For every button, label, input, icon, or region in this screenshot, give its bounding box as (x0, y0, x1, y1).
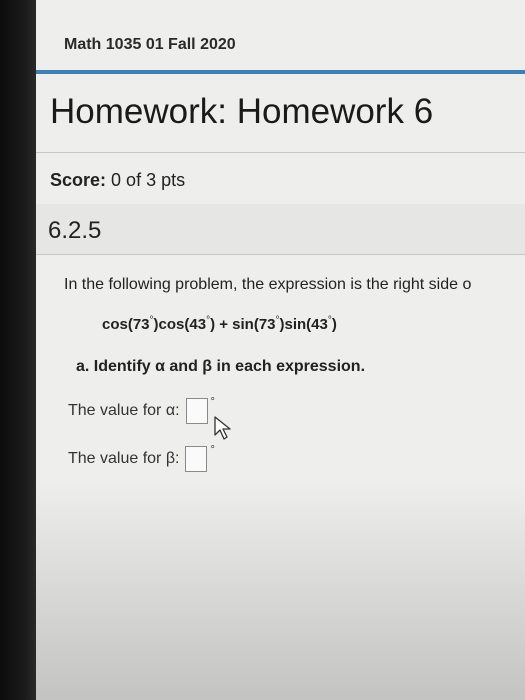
score-value: 0 of 3 pts (111, 170, 186, 190)
assignment-title: Homework: Homework 6 (50, 92, 434, 131)
question-divider (36, 254, 525, 255)
question-number: 6.2.5 (48, 217, 102, 244)
expr-sin-73: ) + sin(73 (210, 316, 276, 333)
expr-close: ) (331, 316, 337, 333)
trig-expression: cos(73°)cos(43°) + sin(73°)sin(43°) (102, 315, 337, 333)
alpha-label: The value for α: (68, 402, 180, 419)
beta-answer-input[interactable] (185, 446, 208, 472)
title-divider (36, 152, 525, 153)
alpha-row: The value for α: ° (68, 396, 215, 424)
expr-cos-43: )cos(43 (153, 316, 207, 333)
alpha-degree-symbol: ° (210, 396, 215, 408)
browser-page: Math 1035 01 Fall 2020 Homework: Homewor… (36, 0, 525, 700)
beta-degree-symbol: ° (210, 444, 215, 456)
part-a-instruction: a. Identify α and β in each expression. (76, 358, 366, 375)
photo-shadow (36, 480, 525, 700)
mouse-pointer-icon (214, 416, 231, 440)
question-header: 6.2.5 (36, 204, 525, 254)
score-line: Score: 0 of 3 pts (50, 170, 185, 191)
expr-sin-43: )sin(43 (279, 316, 328, 333)
score-label: Score: (50, 170, 107, 190)
expr-cos-73: cos(73 (102, 316, 150, 333)
course-title: Math 1035 01 Fall 2020 (64, 36, 236, 53)
beta-row: The value for β: ° (68, 444, 215, 472)
beta-label: The value for β: (68, 450, 180, 467)
question-prompt: In the following problem, the expression… (64, 276, 472, 293)
screen-bezel (0, 0, 36, 700)
header-divider (36, 70, 525, 74)
alpha-answer-input[interactable] (185, 398, 208, 424)
